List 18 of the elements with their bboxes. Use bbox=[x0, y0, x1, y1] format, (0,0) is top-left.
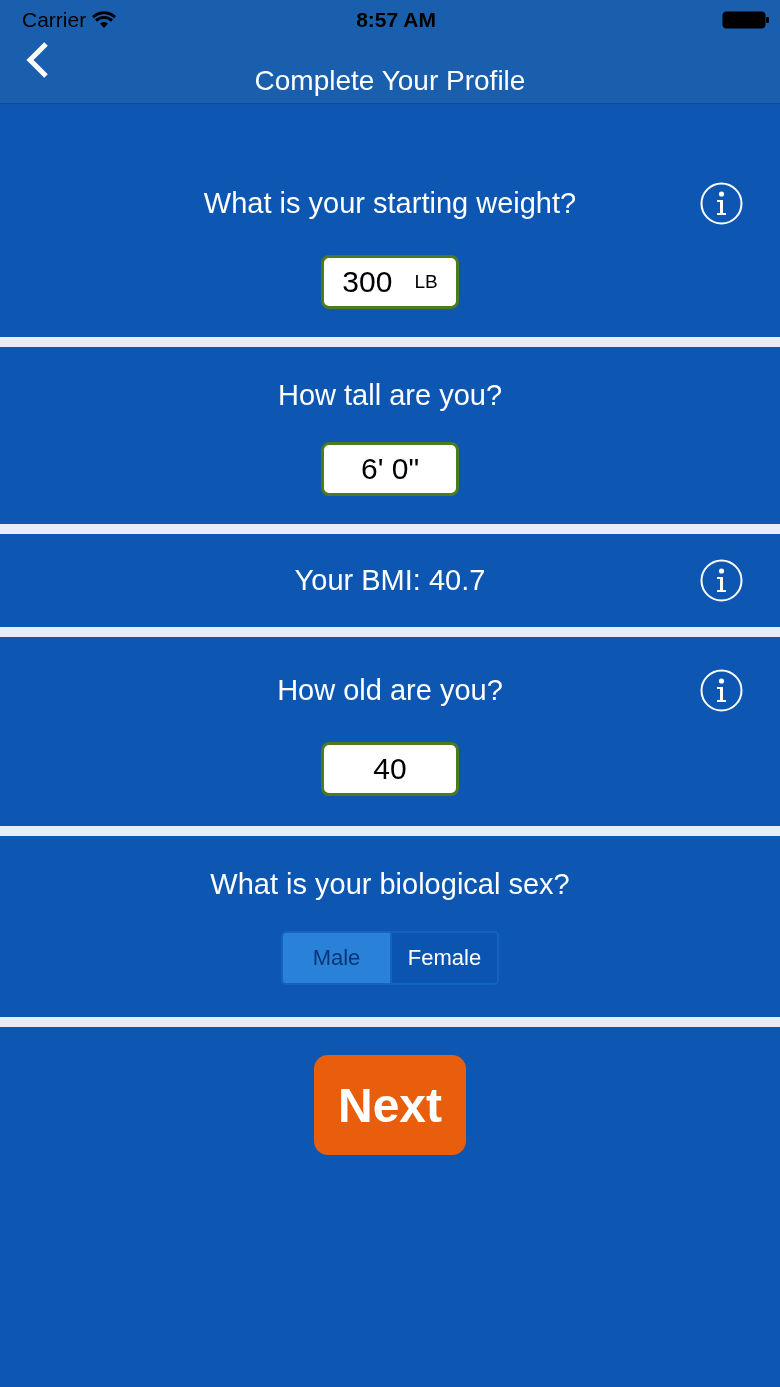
info-icon[interactable] bbox=[700, 669, 743, 712]
segment-button[interactable]: Female bbox=[390, 933, 497, 983]
info-icon[interactable] bbox=[700, 182, 743, 225]
question-label: How old are you? bbox=[276, 674, 504, 707]
question-label: What is your starting weight? bbox=[202, 187, 578, 220]
battery-icon bbox=[722, 10, 770, 30]
question-label: What is your biological sex? bbox=[209, 868, 571, 901]
wifi-icon bbox=[92, 11, 117, 29]
value-field[interactable]: 40 bbox=[321, 742, 459, 796]
value-field[interactable]: 300 LB bbox=[321, 255, 459, 309]
unit-label: LB bbox=[414, 271, 438, 293]
screen-title: Complete Your Profile bbox=[253, 65, 527, 97]
status-time: 8:57 AM bbox=[356, 8, 436, 32]
question-label: Your BMI: 40.7 bbox=[293, 564, 487, 597]
info-icon[interactable] bbox=[700, 559, 743, 602]
question-label: How tall are you? bbox=[276, 379, 504, 412]
carrier-label: Carrier bbox=[22, 8, 87, 32]
value-field[interactable]: 6' 0" bbox=[321, 442, 459, 496]
